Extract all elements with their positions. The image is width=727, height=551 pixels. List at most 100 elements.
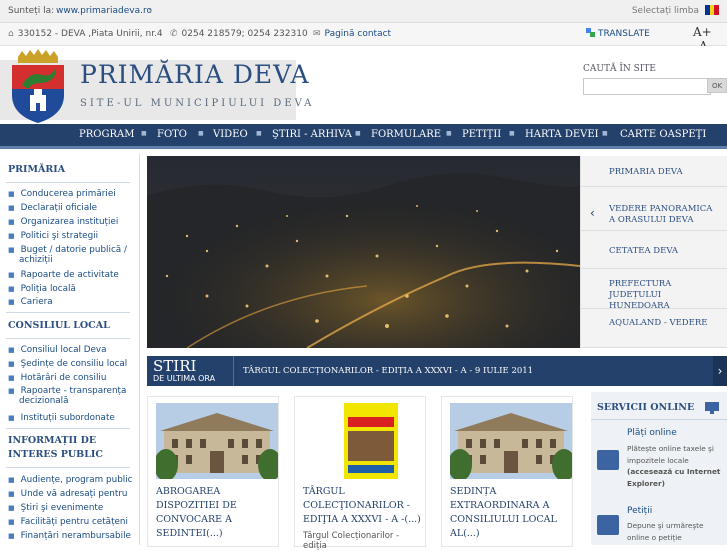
breadcrumb-home-link[interactable]: www.primariadeva.ro — [56, 6, 152, 16]
ticker-subtitle: DE ULTIMA ORA — [153, 374, 216, 383]
chevron-right-icon[interactable]: › — [713, 356, 727, 386]
sidebar-section-informatii: INTERES PUBLIC — [8, 449, 103, 460]
sidebar-item[interactable]: ■ Hotărâri de consiliu — [8, 373, 106, 383]
sidebar-item[interactable]: ■ Conducerea primăriei — [8, 189, 116, 199]
sidebar-item[interactable]: ■ Organizarea instituției — [8, 217, 118, 227]
contact-page-link[interactable]: ✉ Pagină contact — [313, 29, 391, 39]
city-night-panorama-image — [147, 156, 580, 348]
services-title: SERVICII ONLINE — [597, 402, 695, 413]
sidebar-item[interactable]: ■ Audiențe, program public — [8, 475, 133, 485]
online-services-panel: SERVICII ONLINE Plăți online Plătește on… — [591, 392, 727, 545]
nav-stiri-arhiva[interactable]: ŞTIRI - ARHIVA — [272, 129, 352, 140]
petitions-link[interactable]: Petiții — [627, 506, 652, 516]
town-hall-photo — [156, 403, 278, 479]
nav-formulare[interactable]: FORMULARE — [371, 129, 441, 140]
slide-link[interactable]: CETATEA DEVA — [581, 231, 727, 269]
divider — [591, 419, 727, 420]
news-card-title[interactable]: ABROGAREA DISPOZITIEI DE CONVOCARE A SED… — [156, 485, 278, 541]
divider — [6, 312, 130, 313]
sidebar-section-consiliul-local: CONSILIUL LOCAL — [8, 320, 110, 331]
divider — [6, 467, 130, 468]
nav-petitii[interactable]: PETIŢII — [462, 129, 501, 140]
deva-coat-of-arms-icon[interactable] — [8, 49, 68, 123]
news-card-title[interactable]: TÂRGUL COLECŢIONARILOR - EDIŢIA A XXXVI … — [303, 485, 425, 527]
sidebar-item[interactable]: ■ Consiliul local Deva — [8, 345, 107, 355]
divider — [233, 356, 234, 386]
nav-harta-devei[interactable]: HARTA DEVEI — [525, 129, 599, 140]
payment-icon — [597, 450, 619, 470]
news-card-title[interactable]: SEDINȚA EXTRAORDINARA A CONSILIULUI LOCA… — [450, 485, 572, 541]
language-select[interactable]: Selectați limba — [632, 6, 699, 16]
breadcrumb-bar: Sunteți la: www.primariadeva.ro › Select… — [0, 0, 727, 23]
contact-bar: ⌂ 330152 - DEVA ,Piata Unirii, nr.4 ✆ 0254… — [0, 23, 727, 53]
increase-font-button[interactable]: A+ — [693, 25, 712, 39]
sidebar-item[interactable]: ■ Finanțări nerambursabile — [8, 531, 131, 541]
nav-separator: ■ — [509, 130, 515, 137]
slide-link[interactable]: AQUALAND - VEDERE — [581, 309, 727, 348]
nav-separator: ■ — [198, 130, 204, 137]
slide-link[interactable]: PREFECTURA JUDEȚULUI HUNEDOARA — [581, 269, 727, 311]
sidebar-item[interactable]: ■ Rapoarte de activitate — [8, 270, 119, 280]
sidebar-item[interactable]: ■ Şedințe de consiliu local — [8, 359, 127, 369]
sidebar-item[interactable]: ■ Ştiri şi evenimente — [8, 503, 103, 513]
site-header: PRIMĂRIA DEVA SITE-UL MUNICIPIULUI DEVA … — [0, 46, 727, 124]
divider — [6, 338, 130, 339]
news-card[interactable]: TÂRGUL COLECŢIONARILOR - EDIŢIA A XXXVI … — [294, 396, 426, 551]
nav-separator: ■ — [446, 130, 452, 137]
sidebar-item[interactable]: ■ Politici şi strategii — [8, 231, 98, 241]
sidebar-item[interactable]: ■ Poliția locală — [8, 284, 76, 294]
news-card[interactable]: SEDINȚA EXTRAORDINARA A CONSILIULUI LOCA… — [441, 396, 573, 547]
phone-icon: ✆ — [170, 29, 178, 39]
sidebar-item[interactable]: ■ Unde vă adresați pentru — [8, 489, 128, 499]
sidebar-item[interactable]: ■ Buget / datorie publică / achiziții — [8, 245, 127, 265]
sidebar-section-informatii: INFORMAȚII DE — [8, 435, 97, 446]
divider — [6, 182, 130, 183]
nav-separator: ■ — [355, 130, 361, 137]
address: ⌂ 330152 - DEVA ,Piata Unirii, nr.4 — [8, 29, 163, 39]
divider — [6, 428, 130, 429]
sidebar-item[interactable]: ■ Instituții subordonate — [8, 413, 115, 423]
site-subtitle: SITE-UL MUNICIPIULUI DEVA — [80, 98, 315, 109]
search-label: CAUTĂ ÎN SITE — [583, 64, 656, 74]
translate-button[interactable]: TRANSLATE — [586, 28, 650, 39]
phone: ✆ 0254 218579; 0254 232310 — [170, 29, 308, 39]
news-card-excerpt: Târgul Colecționarilor - ediția — [303, 531, 400, 551]
chevron-right-icon: › — [148, 4, 153, 17]
nav-separator: ■ — [141, 130, 147, 137]
sidebar-section-primaria: PRIMĂRIA — [8, 164, 66, 175]
ticker-headline[interactable]: TÂRGUL COLECȚIONARILOR - EDIȚIA A XXXVI … — [243, 366, 533, 376]
online-payments-link[interactable]: Plăți online — [627, 428, 677, 438]
romanian-flag-icon[interactable] — [705, 5, 720, 15]
petitions-description: Depune şi urmăreşte online o petiție — [627, 521, 704, 542]
breadcrumb-label: Sunteți la: — [8, 6, 55, 16]
nav-foto[interactable]: FOTO — [157, 129, 187, 140]
google-translate-icon — [586, 28, 595, 37]
home-icon: ⌂ — [8, 29, 14, 39]
ticker-title: STIRI — [153, 357, 197, 375]
news-ticker: STIRI DE ULTIMA ORA TÂRGUL COLECȚIONARIL… — [147, 356, 727, 386]
search-button[interactable]: OK — [707, 78, 727, 93]
search-input[interactable] — [583, 78, 711, 95]
town-hall-photo — [450, 403, 572, 479]
sidebar-item[interactable]: ■ Facilități pentru cetățeni — [8, 517, 128, 527]
nav-separator: ■ — [256, 130, 262, 137]
site-title[interactable]: PRIMĂRIA DEVA — [80, 60, 310, 89]
news-card[interactable]: ABROGAREA DISPOZITIEI DE CONVOCARE A SED… — [147, 396, 279, 547]
clipboard-icon — [597, 515, 619, 535]
slider-image[interactable] — [147, 156, 580, 348]
slide-link[interactable]: VEDERE PANORAMICA A ORASULUI DEVA — [581, 187, 727, 231]
nav-carte-oaspeti[interactable]: CARTE OASPEŢI — [620, 129, 706, 140]
nav-program[interactable]: PROGRAM — [79, 129, 134, 140]
mail-icon: ✉ — [313, 29, 321, 39]
chevron-left-icon[interactable]: ‹ — [590, 206, 595, 220]
nav-separator: ■ — [602, 130, 608, 137]
sidebar: PRIMĂRIA ■ Conducerea primăriei ■ Declaraț… — [0, 154, 140, 545]
nav-video[interactable]: VIDEO — [213, 129, 248, 140]
sidebar-item[interactable]: ■ Cariera — [8, 297, 53, 307]
sidebar-item[interactable]: ■ Declarații oficiale — [8, 203, 97, 213]
slider-nav-list: PRIMARIA DEVA VEDERE PANORAMICA A ORASUL… — [580, 156, 727, 348]
slide-link[interactable]: PRIMARIA DEVA — [581, 156, 727, 187]
sidebar-item[interactable]: ■ Rapoarte - transparența decizională — [8, 386, 126, 406]
main-nav: PROGRAM ■ FOTO ■ VIDEO ■ ŞTIRI - ARHIVA … — [0, 124, 727, 149]
monitor-icon — [705, 402, 719, 414]
